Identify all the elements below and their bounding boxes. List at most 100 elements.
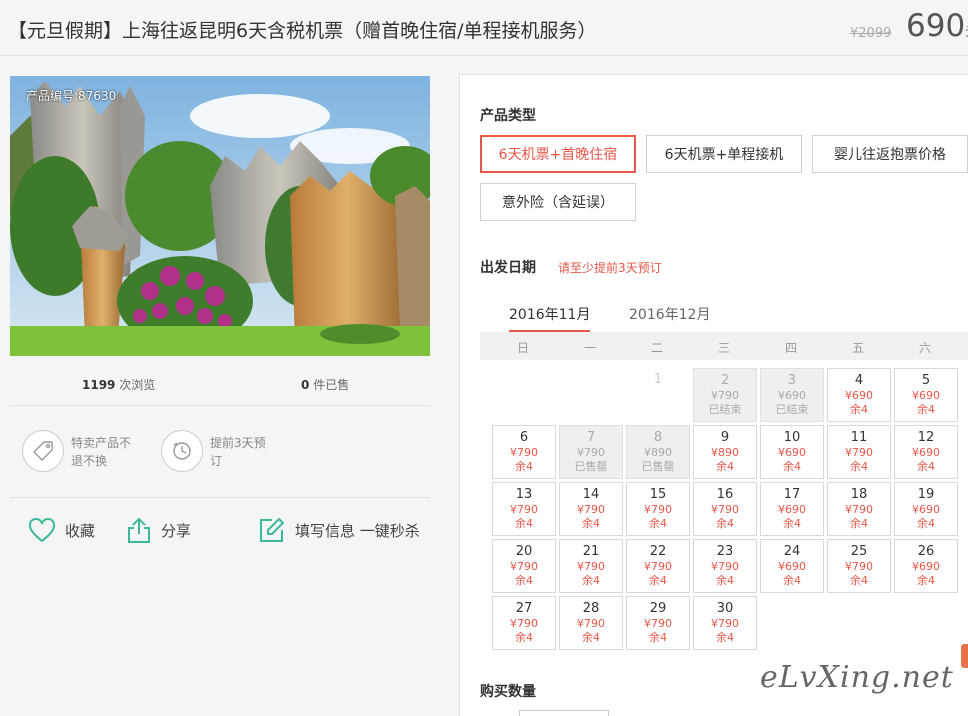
original-price: ¥2099 (850, 26, 892, 41)
day-number: 30 (716, 601, 734, 616)
share-icon (128, 517, 150, 543)
day-status: 余4 (649, 574, 667, 587)
guarantee-line: 特卖产品不 (71, 436, 132, 450)
calendar-day-cell[interactable]: 27 ¥790 余4 (492, 596, 556, 650)
calendar-day-cell[interactable]: 29 ¥790 余4 (626, 596, 690, 650)
calendar-day-cell[interactable]: 5 ¥690 余4 (894, 368, 958, 422)
views-label: 次浏览 (119, 378, 156, 392)
calendar-day-cell[interactable]: 11 ¥790 余4 (827, 425, 891, 479)
guarantee-line: 提前3天预 (210, 436, 266, 450)
day-number: 14 (582, 487, 600, 502)
calendar-day-cell[interactable]: 14 ¥790 余4 (559, 482, 623, 536)
calendar-day-cell[interactable]: 19 ¥690 余4 (894, 482, 958, 536)
calendar-day-cell[interactable]: 20 ¥790 余4 (492, 539, 556, 593)
day-number: 28 (582, 601, 600, 616)
watermark: eLvXing.net (760, 660, 954, 695)
type-option-flight-hotel[interactable]: 6天机票+首晚住宿 (480, 135, 636, 173)
day-status: 余4 (515, 517, 533, 530)
day-number: 23 (716, 544, 734, 559)
weekday-mon: 一 (583, 341, 596, 355)
product-type-label: 产品类型 (480, 108, 536, 124)
day-status: 余4 (716, 574, 734, 587)
product-title: 【元旦假期】上海往返昆明6天含税机票（赠首晚住宿/单程接机服务） (8, 20, 597, 42)
day-status: 余4 (850, 403, 868, 416)
calendar-day-cell[interactable]: 28 ¥790 余4 (559, 596, 623, 650)
calendar-day-cell[interactable]: 16 ¥790 余4 (693, 482, 757, 536)
guarantee-line: 订 (210, 454, 223, 468)
calendar-day-cell[interactable]: 10 ¥690 余4 (760, 425, 824, 479)
weekday-header: 日 一 二 三 四 五 六 (480, 332, 968, 360)
calendar-day-cell[interactable]: 4 ¥690 余4 (827, 368, 891, 422)
calendar-day-cell[interactable]: 12 ¥690 余4 (894, 425, 958, 479)
day-status: 余4 (716, 517, 734, 530)
calendar-day-cell[interactable]: 21 ¥790 余4 (559, 539, 623, 593)
day-number: 2 (720, 373, 730, 388)
weekday-tue: 二 (650, 341, 663, 355)
price-value: 690 (906, 8, 966, 44)
day-status: 余4 (917, 403, 935, 416)
calendar-day-cell[interactable]: 26 ¥690 余4 (894, 539, 958, 593)
day-price: ¥690 (778, 446, 806, 459)
type-option-infant[interactable]: 婴儿往返抱票价格 (812, 135, 968, 173)
calendar-day-cell: 2 ¥790 已结束 (693, 368, 757, 422)
day-price: ¥790 (577, 446, 605, 459)
date-hint: 请至少提前3天预订 (558, 261, 662, 275)
fill-info-button[interactable]: 填写信息 一键秒杀 (258, 516, 420, 544)
day-number: 4 (854, 373, 864, 388)
type-option-flight-pickup[interactable]: 6天机票+单程接机 (646, 135, 802, 173)
calendar-day-cell[interactable]: 30 ¥790 余4 (693, 596, 757, 650)
day-status: 余4 (850, 517, 868, 530)
day-status: 余4 (783, 574, 801, 587)
calendar-day-cell[interactable]: 18 ¥790 余4 (827, 482, 891, 536)
day-status: 余4 (783, 460, 801, 473)
favorite-button[interactable]: 收藏 (28, 516, 95, 544)
day-status: 余4 (917, 517, 935, 530)
day-price: ¥790 (510, 617, 538, 630)
weekday-wed: 三 (717, 341, 730, 355)
day-number: 17 (783, 487, 801, 502)
weekday-thu: 四 (784, 341, 797, 355)
type-option-insurance[interactable]: 意外险（含延误） (480, 183, 636, 221)
day-status: 余4 (582, 631, 600, 644)
sold-stat: 0 件已售 (301, 376, 349, 393)
calendar-day-cell[interactable]: 24 ¥690 余4 (760, 539, 824, 593)
tab-month-dec[interactable]: 2016年12月 (629, 304, 710, 330)
calendar-day-cell: 8 ¥890 已售罄 (626, 425, 690, 479)
day-price: ¥790 (845, 560, 873, 573)
day-number: 29 (649, 601, 667, 616)
share-label: 分享 (161, 521, 192, 540)
clock-icon (161, 430, 203, 472)
calendar-day-cell[interactable]: 9 ¥890 余4 (693, 425, 757, 479)
day-price: ¥890 (711, 446, 739, 459)
day-status: 已售罄 (641, 460, 675, 473)
day-price: ¥690 (912, 503, 940, 516)
calendar-day-cell[interactable]: 15 ¥790 余4 (626, 482, 690, 536)
day-price: ¥690 (778, 560, 806, 573)
day-status: 余4 (649, 517, 667, 530)
day-price: ¥790 (510, 503, 538, 516)
fill-info-label: 填写信息 一键秒杀 (295, 521, 420, 540)
tag-icon (22, 430, 64, 472)
weekday-sun: 日 (516, 341, 529, 355)
day-status: 余4 (917, 460, 935, 473)
side-feedback-tab[interactable] (961, 644, 968, 668)
quantity-stepper[interactable] (519, 710, 609, 716)
calendar-day-cell[interactable]: 25 ¥790 余4 (827, 539, 891, 593)
day-number: 5 (921, 373, 931, 388)
share-button[interactable]: 分享 (126, 516, 191, 544)
calendar-day-cell[interactable]: 17 ¥690 余4 (760, 482, 824, 536)
weekday-fri: 五 (851, 341, 864, 355)
day-price: ¥790 (845, 503, 873, 516)
stone-forest-image (10, 76, 430, 356)
calendar-day-cell[interactable]: 6 ¥790 余4 (492, 425, 556, 479)
heart-icon (28, 517, 56, 543)
tab-month-nov[interactable]: 2016年11月 (509, 304, 591, 333)
day-price: ¥790 (845, 446, 873, 459)
day-number: 13 (515, 487, 533, 502)
calendar-day-cell[interactable]: 23 ¥790 余4 (693, 539, 757, 593)
action-bar: 收藏 分享 填写信息 一键秒杀 (10, 510, 430, 550)
day-price: ¥690 (778, 503, 806, 516)
calendar-day-cell[interactable]: 13 ¥790 余4 (492, 482, 556, 536)
day-number: 20 (515, 544, 533, 559)
calendar-day-cell[interactable]: 22 ¥790 余4 (626, 539, 690, 593)
